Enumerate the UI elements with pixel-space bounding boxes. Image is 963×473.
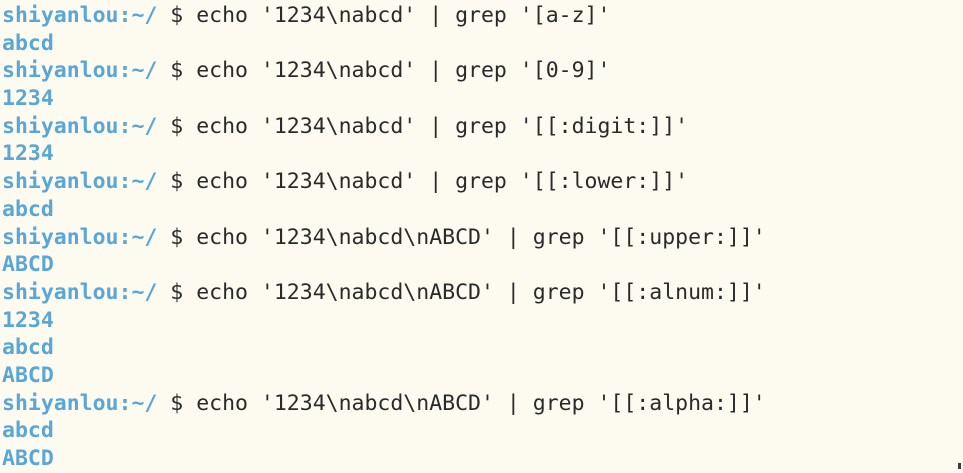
prompt-separator: : (118, 58, 132, 84)
output-text: 1234 (2, 307, 54, 333)
command-text: echo '1234\nabcd' | grep '[0-9]' (196, 58, 611, 84)
prompt-symbol: $ (170, 113, 184, 139)
prompt-separator: : (118, 169, 132, 195)
command-text: echo '1234\nabcd' | grep '[a-z]' (196, 3, 611, 28)
command-text: echo '1234\nabcd' | grep '[[:lower:]]' (196, 169, 689, 195)
command-line: shiyanlou:~/ $ echo '1234\nabcd' | grep … (2, 2, 963, 30)
prompt-directory: ~/ (131, 279, 158, 305)
command-line: shiyanlou:~/ $ echo '1234\nabcd\nABCD' |… (2, 279, 963, 307)
terminal-window[interactable]: shiyanlou:~/ $ echo '1234\nabcd' | grep … (0, 0, 963, 473)
output-text: abcd (2, 196, 54, 222)
command-line: shiyanlou:~/ $ echo '1234\nabcd' | grep … (2, 113, 963, 141)
prompt-user: shiyanlou (2, 224, 119, 250)
output-text: abcd (2, 418, 54, 444)
prompt-user: shiyanlou (2, 390, 119, 416)
command-text: echo '1234\nabcd\nABCD' | grep '[[:upper… (196, 224, 766, 250)
output-line: abcd (2, 196, 963, 224)
output-line: 1234 (2, 307, 963, 335)
prompt-symbol: $ (170, 279, 184, 305)
output-line: ABCD (2, 445, 963, 473)
output-text: ABCD (2, 252, 54, 278)
output-line: abcd (2, 334, 963, 362)
output-text: abcd (2, 335, 54, 361)
prompt-symbol: $ (170, 58, 184, 84)
output-text: abcd (2, 30, 54, 56)
output-line: abcd (2, 417, 963, 445)
prompt-separator: : (118, 224, 132, 250)
terminal-output: shiyanlou:~/ $ echo '1234\nabcd' | grep … (2, 2, 963, 473)
output-text: 1234 (2, 141, 54, 167)
output-line: abcd (2, 30, 963, 58)
prompt-directory: ~/ (131, 113, 158, 139)
command-line: shiyanlou:~/ $ echo '1234\nabcd' | grep … (2, 168, 963, 196)
output-text: 1234 (2, 86, 54, 112)
prompt-symbol: $ (170, 3, 184, 28)
command-line: shiyanlou:~/ $ echo '1234\nabcd\nABCD' |… (2, 224, 963, 252)
command-text: echo '1234\nabcd\nABCD' | grep '[[:alpha… (196, 390, 766, 416)
command-text: echo '1234\nabcd\nABCD' | grep '[[:alnum… (196, 279, 766, 305)
prompt-separator: : (118, 113, 132, 139)
prompt-directory: ~/ (131, 169, 158, 195)
prompt-user: shiyanlou (2, 3, 119, 28)
prompt-symbol: $ (170, 169, 184, 195)
prompt-symbol: $ (170, 224, 184, 250)
prompt-user: shiyanlou (2, 169, 119, 195)
command-line: shiyanlou:~/ $ echo '1234\nabcd' | grep … (2, 57, 963, 85)
output-line: 1234 (2, 85, 963, 113)
prompt-directory: ~/ (131, 3, 158, 28)
output-line: 1234 (2, 140, 963, 168)
prompt-separator: : (118, 279, 132, 305)
prompt-user: shiyanlou (2, 279, 119, 305)
prompt-separator: : (118, 3, 132, 28)
command-line: shiyanlou:~/ $ echo '1234\nabcd\nABCD' |… (2, 390, 963, 418)
output-line: ABCD (2, 251, 963, 279)
output-text: ABCD (2, 446, 54, 471)
prompt-directory: ~/ (131, 58, 158, 84)
prompt-directory: ~/ (131, 224, 158, 250)
prompt-directory: ~/ (131, 390, 158, 416)
prompt-symbol: $ (170, 390, 184, 416)
prompt-user: shiyanlou (2, 58, 119, 84)
resize-handle-icon (958, 463, 961, 469)
command-text: echo '1234\nabcd' | grep '[[:digit:]]' (196, 113, 689, 139)
output-line: ABCD (2, 362, 963, 390)
output-text: ABCD (2, 362, 54, 388)
prompt-separator: : (118, 390, 132, 416)
prompt-user: shiyanlou (2, 113, 119, 139)
